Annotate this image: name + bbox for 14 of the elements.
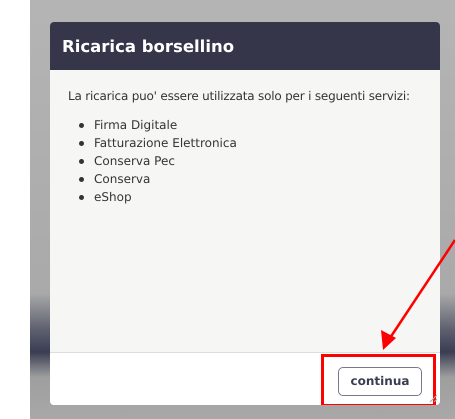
bullet-icon — [79, 194, 84, 200]
bullet-icon — [79, 140, 84, 146]
service-item: Conserva Pec — [94, 153, 175, 170]
service-item: Conserva — [94, 171, 150, 188]
service-item: Fatturazione Elettronica — [94, 135, 237, 152]
bullet-icon — [79, 176, 84, 182]
dialog-title: Ricarica borsellino — [62, 36, 234, 56]
intro-text: La ricarica puo' essere utilizzata solo per i seguenti servizi: — [68, 89, 411, 103]
service-item: eShop — [94, 189, 132, 206]
service-item: Firma Digitale — [94, 117, 178, 134]
bullet-icon — [79, 158, 84, 164]
bullet-icon — [79, 122, 84, 128]
continue-button[interactable]: continua — [338, 366, 422, 396]
resize-grip-icon — [429, 394, 438, 403]
